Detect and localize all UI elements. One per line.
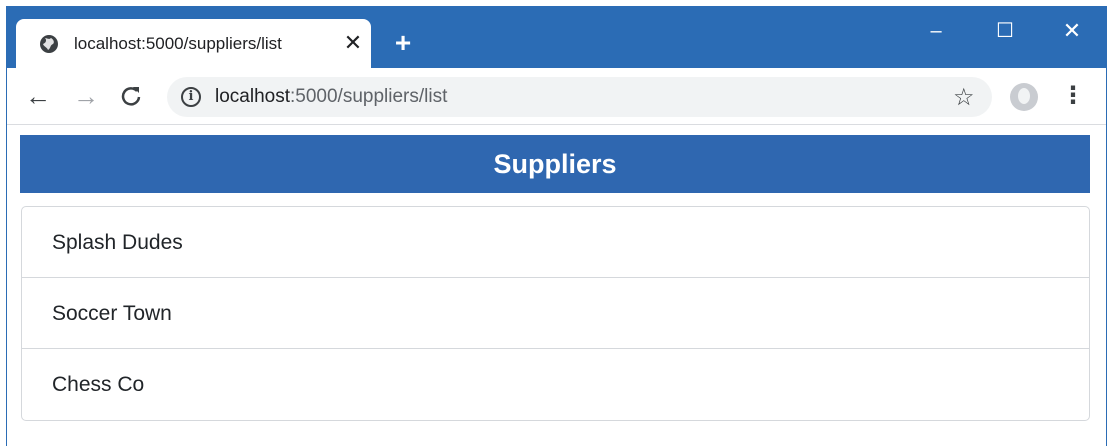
browser-toolbar: ← → i localhost:5000/suppliers/list ☆ ⋮ bbox=[7, 68, 1106, 125]
new-tab-button[interactable]: + bbox=[388, 28, 418, 58]
supplier-list: Splash Dudes Soccer Town Chess Co bbox=[21, 206, 1090, 421]
forward-arrow-icon[interactable]: → bbox=[71, 81, 101, 111]
address-bar[interactable]: i localhost:5000/suppliers/list ☆ bbox=[167, 77, 992, 117]
url-path: :5000/suppliers/list bbox=[290, 86, 448, 107]
url-text[interactable]: localhost:5000/suppliers/list bbox=[215, 86, 447, 108]
close-window-button[interactable]: ✕ bbox=[1052, 16, 1092, 46]
list-item: Soccer Town bbox=[22, 278, 1089, 349]
url-host: localhost bbox=[215, 86, 290, 107]
list-item: Splash Dudes bbox=[22, 207, 1089, 278]
back-arrow-icon[interactable]: ← bbox=[23, 81, 53, 111]
globe-icon bbox=[39, 34, 59, 54]
tab-close-icon[interactable]: ✕ bbox=[341, 31, 365, 55]
info-icon[interactable]: i bbox=[181, 87, 201, 107]
page-content: Suppliers Splash Dudes Soccer Town Chess… bbox=[7, 126, 1106, 446]
list-item: Chess Co bbox=[52, 373, 145, 396]
reload-icon[interactable] bbox=[116, 81, 146, 111]
profile-avatar-icon[interactable] bbox=[1010, 83, 1038, 111]
minimize-button[interactable]: – bbox=[916, 16, 956, 46]
page-title: Suppliers bbox=[20, 135, 1090, 193]
title-bar: localhost:5000/suppliers/list ✕ + – ☐ ✕ bbox=[7, 6, 1106, 68]
maximize-button[interactable]: ☐ bbox=[985, 16, 1025, 46]
browser-window: localhost:5000/suppliers/list ✕ + – ☐ ✕ … bbox=[6, 6, 1107, 446]
bookmark-star-icon[interactable]: ☆ bbox=[953, 83, 975, 112]
browser-tab[interactable]: localhost:5000/suppliers/list ✕ bbox=[16, 19, 371, 68]
tab-title: localhost:5000/suppliers/list bbox=[74, 34, 282, 53]
menu-kebab-icon[interactable]: ⋮ bbox=[1061, 81, 1085, 111]
